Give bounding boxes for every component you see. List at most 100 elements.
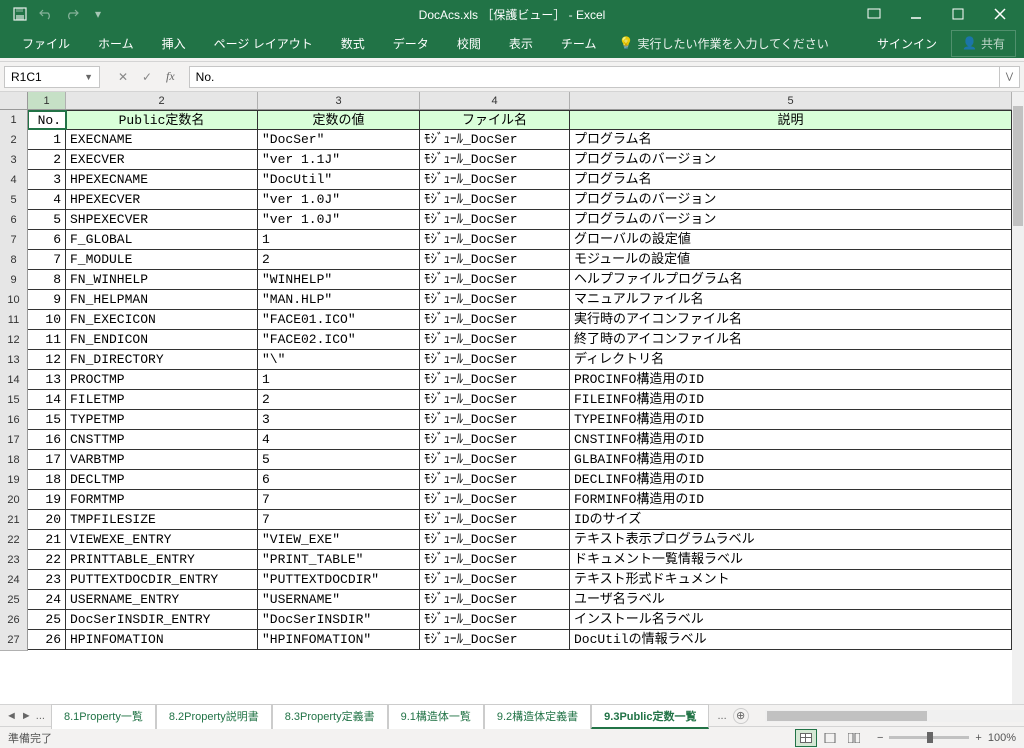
chevron-down-icon[interactable]: ▼ xyxy=(84,72,93,82)
zoom-in-button[interactable]: + xyxy=(975,732,981,744)
row-header[interactable]: 21 xyxy=(0,510,28,531)
undo-icon[interactable] xyxy=(34,2,58,26)
formula-expand-icon[interactable]: ⋁ xyxy=(1000,66,1020,88)
cell[interactable]: プログラム名 xyxy=(570,130,1012,149)
cell[interactable]: ドキュメント一覧情報ラベル xyxy=(570,550,1012,569)
cell[interactable]: 17 xyxy=(28,450,66,469)
cell[interactable]: 19 xyxy=(28,490,66,509)
ribbon-tab-2[interactable]: 挿入 xyxy=(148,29,200,58)
cell[interactable]: ﾓｼﾞｭｰﾙ_DocSer xyxy=(420,510,570,529)
qat-dropdown-icon[interactable]: ▾ xyxy=(86,2,110,26)
cell[interactable]: "ver 1.0J" xyxy=(258,210,420,229)
cell[interactable]: ﾓｼﾞｭｰﾙ_DocSer xyxy=(420,430,570,449)
cell[interactable]: CNSTINFO構造用のID xyxy=(570,430,1012,449)
cell[interactable]: 5 xyxy=(28,210,66,229)
cell[interactable]: "PUTTEXTDOCDIR" xyxy=(258,570,420,589)
cell[interactable]: "FACE01.ICO" xyxy=(258,310,420,329)
cell[interactable]: DocSerINSDIR_ENTRY xyxy=(66,610,258,629)
cell[interactable]: ﾓｼﾞｭｰﾙ_DocSer xyxy=(420,470,570,489)
cell[interactable]: "PRINT_TABLE" xyxy=(258,550,420,569)
cell[interactable]: FN_WINHELP xyxy=(66,270,258,289)
cell[interactable]: 8 xyxy=(28,270,66,289)
cell[interactable]: ﾓｼﾞｭｰﾙ_DocSer xyxy=(420,610,570,629)
cell[interactable]: ﾓｼﾞｭｰﾙ_DocSer xyxy=(420,250,570,269)
cell[interactable]: VARBTMP xyxy=(66,450,258,469)
cell[interactable]: "DocSerINSDIR" xyxy=(258,610,420,629)
row-header[interactable]: 23 xyxy=(0,550,28,571)
cell[interactable]: "DocUtil" xyxy=(258,170,420,189)
column-header[interactable]: 5 xyxy=(570,92,1012,109)
cell[interactable]: マニュアルファイル名 xyxy=(570,290,1012,309)
header-cell[interactable]: 定数の値 xyxy=(258,111,420,129)
cell[interactable]: FN_HELPMAN xyxy=(66,290,258,309)
cell[interactable]: "ver 1.0J" xyxy=(258,190,420,209)
row-header[interactable]: 19 xyxy=(0,470,28,491)
sheet-tab[interactable]: 9.3Public定数一覧 xyxy=(591,704,709,729)
cell[interactable]: 18 xyxy=(28,470,66,489)
cell[interactable]: 25 xyxy=(28,610,66,629)
fx-icon[interactable]: fx xyxy=(160,69,181,84)
cell[interactable]: "FACE02.ICO" xyxy=(258,330,420,349)
row-header[interactable]: 27 xyxy=(0,630,28,651)
cell[interactable]: TMPFILESIZE xyxy=(66,510,258,529)
row-header[interactable]: 9 xyxy=(0,270,28,291)
cell[interactable]: USERNAME_ENTRY xyxy=(66,590,258,609)
row-header[interactable]: 10 xyxy=(0,290,28,311)
header-cell[interactable]: 説明 xyxy=(570,111,1012,129)
cell[interactable]: 2 xyxy=(258,250,420,269)
ribbon-tab-5[interactable]: データ xyxy=(379,29,443,58)
cell[interactable]: HPEXECVER xyxy=(66,190,258,209)
cell[interactable]: DECLTMP xyxy=(66,470,258,489)
cell[interactable]: プログラム名 xyxy=(570,170,1012,189)
horizontal-scrollbar[interactable] xyxy=(765,710,1024,722)
cell[interactable]: ﾓｼﾞｭｰﾙ_DocSer xyxy=(420,350,570,369)
cell[interactable]: ﾓｼﾞｭｰﾙ_DocSer xyxy=(420,370,570,389)
cell[interactable]: 3 xyxy=(258,410,420,429)
cell[interactable]: プログラムのバージョン xyxy=(570,210,1012,229)
close-icon[interactable] xyxy=(980,0,1020,28)
cell[interactable]: ヘルプファイルプログラム名 xyxy=(570,270,1012,289)
column-header[interactable]: 2 xyxy=(66,92,258,109)
cell[interactable]: "DocSer" xyxy=(258,130,420,149)
cell[interactable]: 1 xyxy=(28,130,66,149)
cell[interactable]: 13 xyxy=(28,370,66,389)
cell[interactable]: 終了時のアイコンファイル名 xyxy=(570,330,1012,349)
cell[interactable]: 22 xyxy=(28,550,66,569)
cell[interactable]: ﾓｼﾞｭｰﾙ_DocSer xyxy=(420,330,570,349)
cell[interactable]: インストール名ラベル xyxy=(570,610,1012,629)
cell[interactable]: ﾓｼﾞｭｰﾙ_DocSer xyxy=(420,410,570,429)
cell[interactable]: "USERNAME" xyxy=(258,590,420,609)
cell[interactable]: PRINTTABLE_ENTRY xyxy=(66,550,258,569)
cell[interactable]: グローバルの設定値 xyxy=(570,230,1012,249)
name-box[interactable]: R1C1▼ xyxy=(4,66,100,88)
cell[interactable]: IDのサイズ xyxy=(570,510,1012,529)
cell[interactable]: 7 xyxy=(28,250,66,269)
tab-nav-prev-icon[interactable]: ◄ xyxy=(6,710,17,722)
cell[interactable]: ﾓｼﾞｭｰﾙ_DocSer xyxy=(420,170,570,189)
ribbon-tab-8[interactable]: チーム xyxy=(547,29,611,58)
cell[interactable]: ﾓｼﾞｭｰﾙ_DocSer xyxy=(420,390,570,409)
row-header[interactable]: 14 xyxy=(0,370,28,391)
row-header[interactable]: 3 xyxy=(0,150,28,171)
cell[interactable]: 7 xyxy=(258,510,420,529)
enter-formula-icon[interactable]: ✓ xyxy=(136,66,158,88)
tell-me-search[interactable]: 💡実行したい作業を入力してください xyxy=(618,35,828,52)
select-all-corner[interactable] xyxy=(0,92,28,109)
cell[interactable]: 3 xyxy=(28,170,66,189)
cell[interactable]: FORMINFO構造用のID xyxy=(570,490,1012,509)
column-header[interactable]: 3 xyxy=(258,92,420,109)
row-header[interactable]: 24 xyxy=(0,570,28,591)
sheet-tab[interactable]: 9.1構造体一覧 xyxy=(388,704,484,729)
ribbon-tab-0[interactable]: ファイル xyxy=(8,29,84,58)
cell[interactable]: ﾓｼﾞｭｰﾙ_DocSer xyxy=(420,290,570,309)
cell[interactable]: CNSTTMP xyxy=(66,430,258,449)
cell[interactable]: 4 xyxy=(258,430,420,449)
vertical-scrollbar[interactable] xyxy=(1012,92,1024,704)
cell[interactable]: テキスト表示プログラムラベル xyxy=(570,530,1012,549)
cell[interactable]: 1 xyxy=(258,370,420,389)
row-header[interactable]: 4 xyxy=(0,170,28,191)
cell[interactable]: PROCTMP xyxy=(66,370,258,389)
cell[interactable]: ﾓｼﾞｭｰﾙ_DocSer xyxy=(420,210,570,229)
cell[interactable]: 実行時のアイコンファイル名 xyxy=(570,310,1012,329)
row-header[interactable]: 6 xyxy=(0,210,28,231)
